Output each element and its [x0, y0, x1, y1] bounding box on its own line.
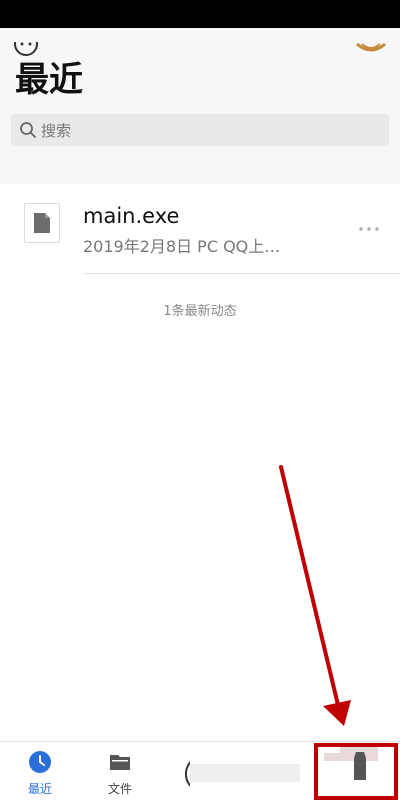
tab-recent[interactable]: 最近	[0, 742, 80, 800]
status-bar	[0, 0, 400, 28]
file-meta: 2019年2月8日 PC QQ上…	[83, 237, 281, 256]
file-name: main.exe	[83, 204, 180, 228]
activity-summary: 1条最新动态	[163, 304, 237, 319]
tab-files[interactable]: 文件	[80, 742, 160, 800]
more-options-button[interactable]	[358, 219, 380, 231]
page-title: 最近	[15, 60, 83, 100]
transfer-icon[interactable]	[354, 42, 388, 70]
ellipsis-icon	[359, 227, 379, 231]
tab-recent-label: 最近	[27, 782, 52, 796]
document-icon	[24, 203, 60, 243]
file-list-item[interactable]: main.exe 2019年2月8日 PC QQ上…	[0, 185, 400, 275]
row-divider	[83, 273, 400, 274]
header-area	[0, 28, 400, 184]
obscured-strip	[190, 764, 300, 782]
search-icon	[20, 122, 36, 138]
search-bar[interactable]: 搜索	[11, 114, 389, 146]
tab-files-label: 文件	[107, 782, 132, 796]
search-placeholder: 搜索	[41, 121, 72, 140]
clock-icon	[29, 751, 51, 773]
folder-icon	[110, 755, 130, 770]
bookmark-icon[interactable]	[352, 752, 368, 782]
